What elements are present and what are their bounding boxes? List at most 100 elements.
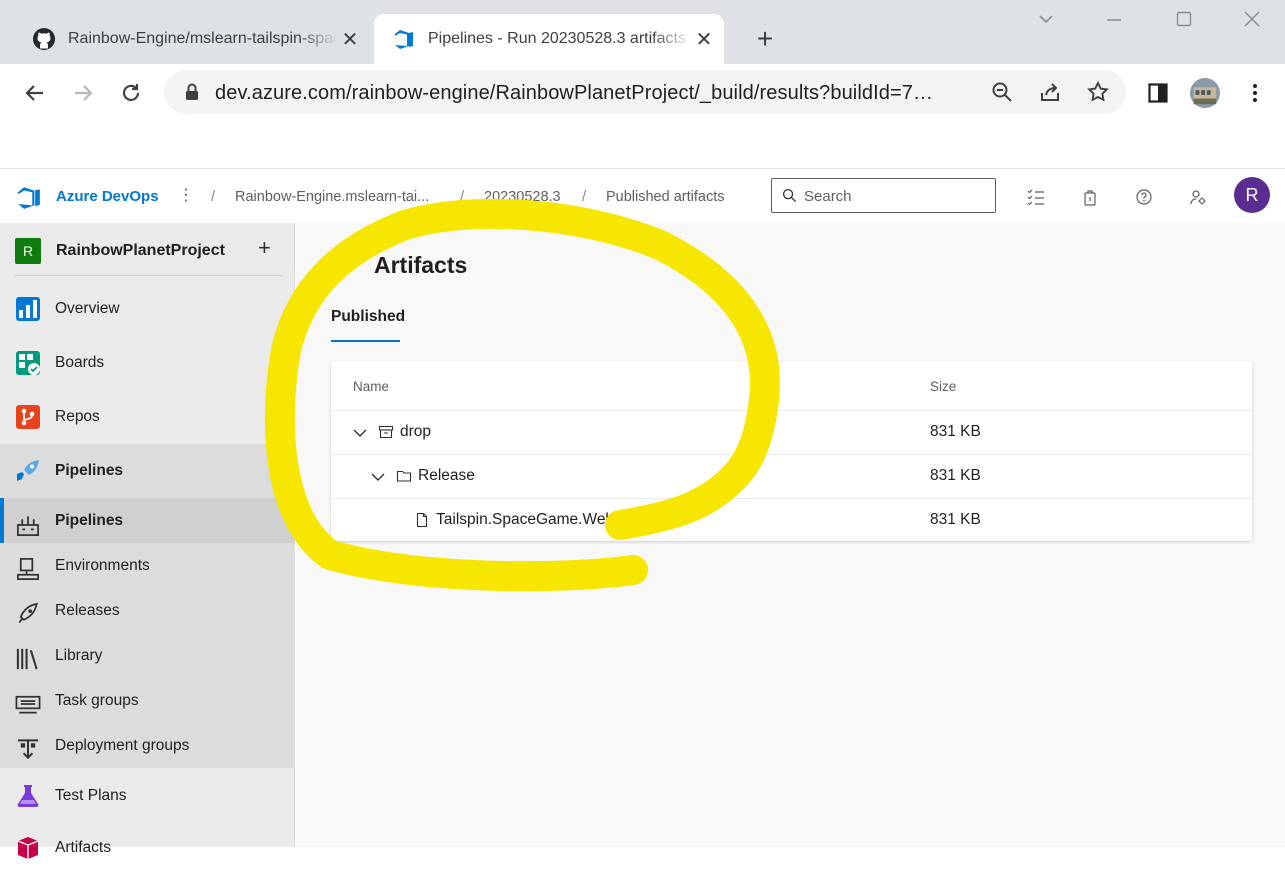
sidebar-item-label: Task groups — [55, 691, 139, 709]
new-tab-button[interactable]: + — [752, 25, 778, 53]
search-box[interactable] — [771, 178, 996, 213]
maximize-icon[interactable] — [1171, 10, 1197, 36]
url-text: dev.azure.com/rainbow-engine/RainbowPlan… — [215, 82, 934, 104]
project-header[interactable]: R RainbowPlanetProject + — [15, 235, 285, 278]
breadcrumb-separator: / — [582, 188, 587, 205]
close-tab-icon[interactable]: ✕ — [692, 27, 716, 51]
sidebar-item-label: Repos — [55, 408, 100, 425]
share-icon[interactable] — [1038, 80, 1062, 104]
sidebar-item-boards[interactable]: Boards — [0, 341, 295, 385]
releases-icon — [18, 602, 38, 624]
azure-devops-brand[interactable]: Azure DevOps — [56, 188, 159, 205]
forward-icon[interactable] — [68, 78, 98, 108]
sidebar-item-repos[interactable]: Repos — [0, 395, 295, 439]
azure-devops-icon — [395, 30, 413, 49]
pipelines-icon — [17, 460, 39, 481]
reload-icon[interactable] — [116, 78, 146, 108]
overview-icon — [16, 297, 40, 321]
work-items-icon[interactable] — [1026, 187, 1046, 207]
environments-icon — [17, 558, 39, 580]
breadcrumb-separator: / — [211, 188, 216, 205]
tab-search-icon[interactable] — [1033, 10, 1059, 36]
file-name[interactable]: Tailspin.SpaceGame.Web.zip — [436, 511, 638, 529]
sidebar-item-test-plans[interactable]: Test Plans — [0, 772, 295, 820]
sidebar-item-label: Library — [55, 646, 103, 664]
browser-tab-title: Rainbow-Engine/mslearn-tailspin-spacegam… — [68, 30, 338, 47]
file-icon — [416, 512, 428, 528]
sidebar-item-label: Releases — [55, 601, 120, 619]
browser-toolbar: dev.azure.com/rainbow-engine/RainbowPlan… — [0, 64, 1285, 120]
tab-published[interactable]: Published — [331, 308, 405, 326]
add-icon[interactable]: + — [258, 235, 271, 261]
bookmark-star-icon[interactable] — [1086, 80, 1110, 104]
lock-icon — [186, 83, 198, 100]
sidebar-item-environments[interactable]: Environments — [0, 543, 295, 588]
user-avatar[interactable]: R — [1234, 177, 1270, 213]
help-icon[interactable] — [1134, 187, 1154, 207]
file-size: 831 KB — [930, 511, 981, 528]
artifacts-table: Name Size drop 831 KB Release 831 KB Tai… — [331, 361, 1252, 541]
breadcrumb-run[interactable]: 20230528.3 — [484, 189, 561, 205]
divider — [15, 275, 282, 276]
folder-icon — [396, 470, 412, 482]
browser-chrome: Rainbow-Engine/mslearn-tailspin-spacegam… — [0, 0, 1285, 168]
sidebar-item-pipelines-group[interactable]: Pipelines — [0, 444, 295, 498]
page-title: Artifacts — [374, 252, 468, 278]
browser-tab-title: Pipelines - Run 20230528.3 artifacts — [428, 30, 686, 47]
chevron-down-icon[interactable] — [352, 425, 368, 441]
breadcrumb-separator: / — [460, 188, 465, 205]
side-panel-icon[interactable] — [1143, 78, 1173, 108]
sidebar-item-deployment-groups[interactable]: Deployment groups — [0, 723, 295, 768]
project-badge: R — [15, 238, 41, 264]
sidebar-item-task-groups[interactable]: Task groups — [0, 678, 295, 723]
sidebar-item-overview[interactable]: Overview — [0, 287, 295, 331]
browser-tab-github[interactable]: Rainbow-Engine/mslearn-tailspin-spacegam… — [14, 14, 370, 64]
tab-active-indicator — [331, 340, 400, 342]
sidebar-item-pipelines[interactable]: Pipelines — [0, 498, 295, 543]
azure-devops-logo-icon[interactable] — [16, 184, 42, 210]
column-header-name[interactable]: Name — [353, 379, 389, 394]
deployment-groups-icon — [17, 739, 39, 760]
breadcrumb-pipeline[interactable]: Rainbow-Engine.mslearn-tai... — [235, 189, 429, 205]
minimize-icon[interactable] — [1101, 10, 1127, 36]
library-icon — [16, 648, 38, 670]
column-header-size[interactable]: Size — [930, 379, 956, 394]
back-icon[interactable] — [20, 78, 50, 108]
marketplace-bag-icon[interactable] — [1080, 187, 1100, 207]
profile-avatar-icon[interactable] — [1190, 78, 1220, 108]
sidebar-item-artifacts[interactable]: Artifacts — [0, 826, 295, 870]
github-icon — [33, 28, 55, 50]
task-groups-icon — [15, 695, 41, 714]
chevron-down-icon[interactable] — [370, 469, 386, 485]
repos-icon — [16, 405, 40, 429]
table-row-release[interactable]: Release 831 KB — [331, 454, 1252, 498]
breadcrumb-published-artifacts[interactable]: Published artifacts — [606, 189, 724, 205]
project-sidebar: R RainbowPlanetProject + Overview Boards… — [0, 223, 295, 859]
sidebar-item-label: Deployment groups — [55, 736, 190, 754]
back-arrow-icon[interactable] — [338, 261, 354, 277]
browser-tab-pipelines[interactable]: Pipelines - Run 20230528.3 artifacts ✕ — [374, 14, 724, 64]
sidebar-item-library[interactable]: Library — [0, 633, 295, 678]
table-row-zip[interactable]: Tailspin.SpaceGame.Web.zip 831 KB — [331, 498, 1252, 541]
folder-name: Release — [418, 467, 475, 484]
zoom-icon[interactable] — [990, 80, 1014, 104]
table-row-drop[interactable]: drop 831 KB — [331, 410, 1252, 454]
search-icon — [782, 188, 797, 203]
sidebar-item-label: Boards — [55, 354, 105, 371]
search-input[interactable] — [804, 186, 984, 206]
artifact-size: 831 KB — [930, 423, 981, 440]
browser-menu-icon[interactable] — [1240, 78, 1270, 108]
project-name[interactable]: RainbowPlanetProject — [56, 242, 225, 260]
close-window-icon[interactable] — [1239, 10, 1265, 36]
boards-icon — [16, 351, 40, 375]
sidebar-item-releases[interactable]: Releases — [0, 588, 295, 633]
address-bar[interactable]: dev.azure.com/rainbow-engine/RainbowPlan… — [164, 70, 1126, 114]
test-plans-icon — [17, 785, 39, 807]
sidebar-item-label: Pipelines — [55, 511, 124, 529]
close-tab-icon[interactable]: ✕ — [338, 27, 362, 51]
more-options-icon[interactable]: ⋮ — [178, 185, 194, 205]
sidebar-item-label: Artifacts — [55, 839, 111, 856]
pipelines-sub-icon — [17, 516, 39, 536]
user-settings-icon[interactable] — [1188, 187, 1208, 207]
tab-strip: Rainbow-Engine/mslearn-tailspin-spacegam… — [0, 0, 1285, 64]
